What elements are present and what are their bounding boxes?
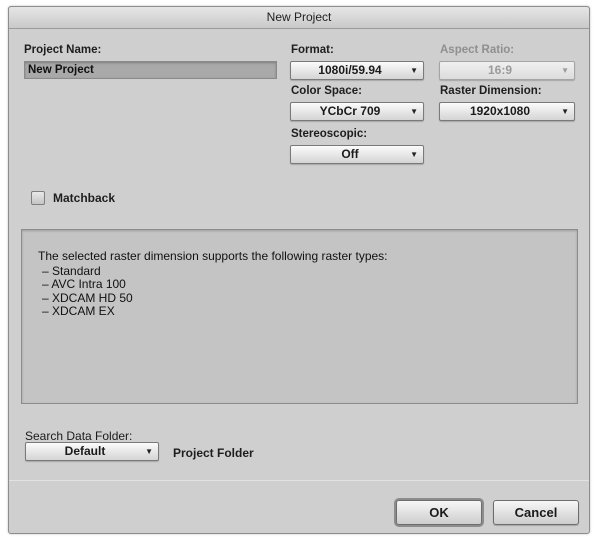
matchback-label: Matchback — [53, 191, 116, 205]
ok-button[interactable]: OK — [396, 500, 482, 525]
chevron-down-icon: ▼ — [410, 107, 418, 116]
project-folder-text: Project Folder — [173, 446, 254, 460]
format-label: Format: — [291, 44, 334, 56]
raster-types-list: Standard AVC Intra 100 XDCAM HD 50 XDCAM… — [38, 264, 561, 319]
cancel-button[interactable]: Cancel — [493, 500, 579, 525]
format-popup[interactable]: 1080i/59.94 ▼ — [290, 61, 424, 80]
raster-dimension-value: 1920x1080 — [469, 104, 531, 118]
chevron-down-icon: ▼ — [145, 447, 153, 456]
matchback-checkbox[interactable] — [31, 191, 45, 205]
search-data-folder-popup[interactable]: Default ▼ — [25, 442, 159, 461]
search-data-folder-label: Search Data Folder: — [25, 429, 133, 443]
stereoscopic-value: Off — [341, 147, 359, 161]
window-title: New Project — [9, 7, 589, 29]
aspect-ratio-value: 16:9 — [487, 63, 513, 77]
color-space-popup[interactable]: YCbCr 709 ▼ — [290, 102, 424, 121]
raster-info-intro: The selected raster dimension supports t… — [38, 249, 388, 263]
new-project-dialog: New Project Project Name: New Project Fo… — [8, 6, 590, 534]
aspect-ratio-popup[interactable]: 16:9 ▼ — [439, 61, 575, 80]
project-name-input[interactable]: New Project — [24, 61, 277, 79]
list-item: Standard — [42, 264, 561, 279]
stereoscopic-label: Stereoscopic: — [291, 128, 368, 140]
search-data-folder-value: Default — [64, 444, 106, 458]
list-item: XDCAM HD 50 — [42, 291, 561, 306]
divider — [9, 480, 589, 481]
chevron-down-icon: ▼ — [561, 107, 569, 116]
stereoscopic-popup[interactable]: Off ▼ — [290, 145, 424, 164]
list-item: XDCAM EX — [42, 304, 561, 319]
list-item: AVC Intra 100 — [42, 277, 561, 292]
aspect-ratio-label: Aspect Ratio: — [440, 44, 515, 56]
chevron-down-icon: ▼ — [410, 66, 418, 75]
chevron-down-icon: ▼ — [561, 66, 569, 75]
raster-dimension-popup[interactable]: 1920x1080 ▼ — [439, 102, 575, 121]
project-name-label: Project Name: — [24, 44, 102, 56]
raster-types-info: The selected raster dimension supports t… — [21, 229, 578, 404]
chevron-down-icon: ▼ — [410, 150, 418, 159]
color-space-label: Color Space: — [291, 85, 362, 97]
color-space-value: YCbCr 709 — [319, 104, 381, 118]
format-value: 1080i/59.94 — [318, 63, 382, 77]
raster-dimension-label: Raster Dimension: — [440, 85, 542, 97]
